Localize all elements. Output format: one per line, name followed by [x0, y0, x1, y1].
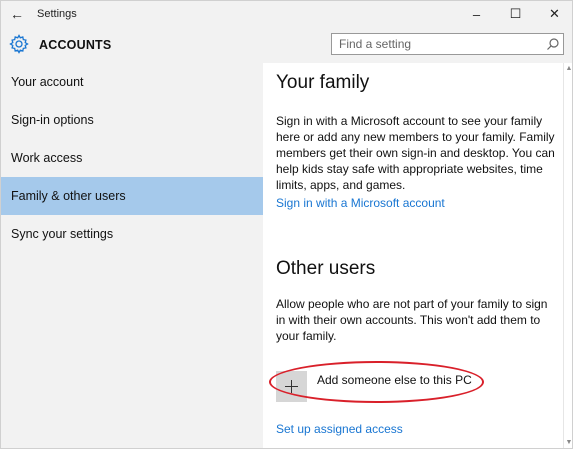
maximize-button[interactable]: ☐ — [496, 1, 535, 27]
sidebar-item-label: Your account — [11, 75, 84, 89]
window-title: Settings — [37, 8, 77, 20]
back-arrow-icon: ← — [10, 6, 24, 22]
assigned-access-link[interactable]: Set up assigned access — [276, 422, 403, 436]
sidebar: Your account Sign-in options Work access… — [1, 63, 263, 448]
other-users-heading: Other users — [276, 258, 376, 279]
section-title: ACCOUNTS — [39, 38, 112, 52]
main-content: Your family Sign in with a Microsoft acc… — [263, 63, 563, 448]
add-someone-label: Add someone else to this PC — [317, 373, 472, 387]
title-bar: ← Settings – ☐ ✕ — [1, 1, 572, 27]
add-someone-button[interactable]: Add someone else to this PC — [276, 370, 472, 402]
add-user-tile — [276, 370, 307, 402]
header-bar: ACCOUNTS — [1, 27, 572, 63]
gear-icon — [9, 34, 29, 54]
scrollbar[interactable]: ▲ ▼ — [563, 63, 572, 448]
sidebar-item-label: Sync your settings — [11, 227, 114, 241]
window-controls: – ☐ ✕ — [457, 1, 572, 27]
sidebar-item-sync-settings[interactable]: Sync your settings — [1, 215, 263, 253]
search-icon[interactable] — [546, 37, 560, 51]
maximize-icon: ☐ — [509, 6, 522, 21]
search-input[interactable] — [331, 33, 564, 55]
close-icon: ✕ — [549, 6, 560, 21]
sidebar-item-label: Work access — [11, 151, 83, 165]
your-family-heading: Your family — [276, 72, 370, 93]
sidebar-item-your-account[interactable]: Your account — [1, 63, 263, 101]
scroll-down-icon[interactable]: ▼ — [565, 439, 572, 447]
close-button[interactable]: ✕ — [535, 1, 572, 27]
sidebar-item-work-access[interactable]: Work access — [1, 139, 263, 177]
your-family-description: Sign in with a Microsoft account to see … — [276, 114, 555, 192]
minimize-button[interactable]: – — [457, 1, 496, 27]
sidebar-item-label: Sign-in options — [11, 113, 94, 127]
sign-in-microsoft-link[interactable]: Sign in with a Microsoft account — [276, 196, 445, 210]
settings-window: ← Settings – ☐ ✕ ACCOUNTS Find a setting… — [0, 0, 573, 449]
scroll-up-icon[interactable]: ▲ — [565, 65, 572, 73]
sidebar-item-sign-in-options[interactable]: Sign-in options — [1, 101, 263, 139]
sidebar-item-family-other-users[interactable]: Family & other users — [1, 177, 263, 215]
other-users-description: Allow people who are not part of your fa… — [276, 297, 548, 343]
sidebar-item-label: Family & other users — [11, 189, 126, 203]
minimize-icon: – — [472, 6, 481, 22]
back-button[interactable]: ← — [1, 1, 33, 27]
plus-icon — [285, 379, 298, 393]
